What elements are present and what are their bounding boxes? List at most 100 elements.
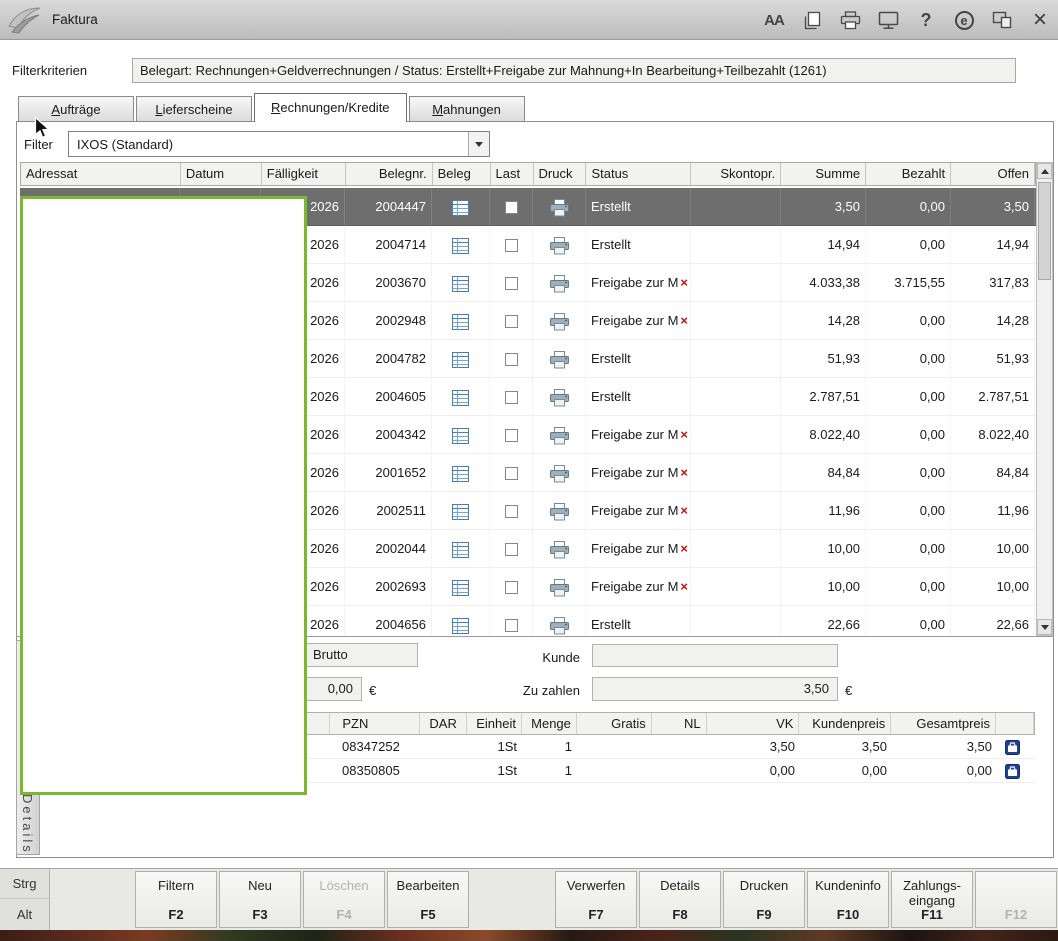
currency-label: € bbox=[845, 683, 852, 698]
print-icon[interactable] bbox=[549, 617, 570, 632]
beleg-document-icon[interactable] bbox=[452, 313, 469, 328]
print-icon[interactable] bbox=[549, 427, 570, 442]
cell-druck bbox=[533, 454, 586, 491]
print-titlebar-icon[interactable] bbox=[838, 7, 862, 33]
print-icon[interactable] bbox=[549, 541, 570, 556]
filtern-button[interactable]: FilternF2 bbox=[135, 871, 217, 928]
column-header-adressat[interactable]: Adressat bbox=[21, 163, 181, 185]
column-header-druck[interactable]: Druck bbox=[534, 163, 587, 185]
neu-button[interactable]: NeuF3 bbox=[219, 871, 301, 928]
column-header-skontopr[interactable]: Skontopr. bbox=[691, 163, 781, 185]
ixos-e-icon[interactable]: e bbox=[952, 7, 976, 33]
scroll-up-button[interactable] bbox=[1037, 163, 1052, 179]
last-checkbox[interactable] bbox=[505, 467, 518, 480]
beleg-document-icon[interactable] bbox=[452, 275, 469, 290]
column-header-falligkeit[interactable]: Fälligkeit bbox=[262, 163, 346, 185]
beleg-document-icon[interactable] bbox=[452, 541, 469, 556]
cell-offen: 10,00 bbox=[951, 568, 1035, 605]
column-header-summe[interactable]: Summe bbox=[781, 163, 866, 185]
item-column-header-gratis[interactable]: Gratis bbox=[577, 713, 652, 734]
column-header-last[interactable]: Last bbox=[491, 163, 534, 185]
beleg-document-icon[interactable] bbox=[452, 617, 469, 632]
scrollbar-thumb[interactable] bbox=[1038, 182, 1051, 280]
help-icon[interactable]: ? bbox=[914, 7, 938, 33]
details-side-tab-label: Details bbox=[20, 794, 35, 855]
vertical-scrollbar[interactable] bbox=[1036, 162, 1053, 636]
last-checkbox[interactable] bbox=[505, 429, 518, 442]
article-package-icon[interactable] bbox=[1005, 763, 1020, 778]
monitor-icon[interactable] bbox=[876, 7, 900, 33]
column-header-offen[interactable]: Offen bbox=[951, 163, 1035, 185]
item-column-header-nl[interactable]: NL bbox=[652, 713, 707, 734]
window-title: Faktura bbox=[52, 0, 98, 40]
zu-zahlen-field[interactable]: 3,50 bbox=[592, 677, 838, 701]
verwerfen-button[interactable]: VerwerfenF7 bbox=[555, 871, 637, 928]
close-icon[interactable]: × bbox=[1028, 7, 1052, 33]
filter-dropdown[interactable]: IXOS (Standard) bbox=[68, 131, 490, 157]
print-icon[interactable] bbox=[549, 237, 570, 252]
item-column-header-gesamtpreis[interactable]: Gesamtpreis bbox=[891, 713, 996, 734]
mahnung-flag-icon: × bbox=[680, 427, 688, 442]
kunde-field[interactable] bbox=[592, 644, 838, 667]
last-checkbox[interactable] bbox=[505, 277, 518, 290]
item-column-header-kundenpreis[interactable]: Kundenpreis bbox=[799, 713, 891, 734]
item-column-header-blank[interactable] bbox=[996, 713, 1034, 734]
item-column-header-pzn[interactable]: PZN bbox=[330, 713, 420, 734]
item-column-header-menge[interactable]: Menge bbox=[522, 713, 577, 734]
filterkriterien-field[interactable]: Belegart: Rechnungen+Geldverrechnungen /… bbox=[132, 58, 1016, 83]
column-header-bezahlt[interactable]: Bezahlt bbox=[866, 163, 951, 185]
print-icon[interactable] bbox=[549, 465, 570, 480]
drucken-button[interactable]: DruckenF9 bbox=[723, 871, 805, 928]
beleg-document-icon[interactable] bbox=[452, 579, 469, 594]
kundeninfo-button[interactable]: KundeninfoF10 bbox=[807, 871, 889, 928]
item-column-header-dar[interactable]: DAR bbox=[420, 713, 467, 734]
column-header-datum[interactable]: Datum bbox=[181, 163, 262, 185]
print-icon[interactable] bbox=[549, 313, 570, 328]
cell-bezahlt: 0,00 bbox=[866, 416, 951, 453]
details-button[interactable]: DetailsF8 bbox=[639, 871, 721, 928]
dropdown-arrow-icon[interactable] bbox=[468, 132, 489, 156]
last-checkbox[interactable] bbox=[505, 353, 518, 366]
tab-label: ieferscheine bbox=[163, 102, 233, 117]
last-checkbox[interactable] bbox=[505, 391, 518, 404]
print-icon[interactable] bbox=[549, 199, 570, 214]
last-checkbox[interactable] bbox=[505, 239, 518, 252]
zahlungs-eingang-button[interactable]: Zahlungs- eingangF11 bbox=[891, 871, 973, 928]
tab-lieferscheine[interactable]: Lieferscheine bbox=[136, 96, 252, 122]
beleg-document-icon[interactable] bbox=[452, 351, 469, 366]
print-icon[interactable] bbox=[549, 503, 570, 518]
tab-mahnungen[interactable]: Mahnungen bbox=[409, 96, 525, 122]
beleg-document-icon[interactable] bbox=[452, 465, 469, 480]
beleg-document-icon[interactable] bbox=[452, 427, 469, 442]
last-checkbox[interactable] bbox=[505, 619, 518, 632]
cell-beleg bbox=[432, 492, 490, 529]
last-checkbox[interactable] bbox=[505, 581, 518, 594]
bearbeiten-button[interactable]: BearbeitenF5 bbox=[387, 871, 469, 928]
column-header-beleg[interactable]: Beleg bbox=[433, 163, 491, 185]
last-checkbox[interactable] bbox=[505, 201, 518, 214]
window-switch-icon[interactable] bbox=[990, 7, 1014, 33]
beleg-document-icon[interactable] bbox=[452, 237, 469, 252]
font-size-icon[interactable]: AA bbox=[762, 7, 786, 33]
item-column-header-vk[interactable]: VK bbox=[707, 713, 800, 734]
last-checkbox[interactable] bbox=[505, 543, 518, 556]
column-header-belegnr[interactable]: Belegnr. bbox=[346, 163, 433, 185]
print-icon[interactable] bbox=[549, 275, 570, 290]
beleg-document-icon[interactable] bbox=[452, 199, 469, 214]
cell-bezahlt: 0,00 bbox=[866, 340, 951, 377]
print-icon[interactable] bbox=[549, 579, 570, 594]
scroll-down-button[interactable] bbox=[1037, 619, 1052, 635]
beleg-document-icon[interactable] bbox=[452, 389, 469, 404]
column-header-status[interactable]: Status bbox=[586, 163, 691, 185]
last-checkbox[interactable] bbox=[505, 315, 518, 328]
beleg-document-icon[interactable] bbox=[452, 503, 469, 518]
article-package-icon[interactable] bbox=[1005, 739, 1020, 754]
print-icon[interactable] bbox=[549, 389, 570, 404]
tab-rechnungen-kredite[interactable]: Rechnungen/Kredite bbox=[254, 93, 407, 122]
cell-beleg bbox=[432, 568, 490, 605]
cell-skontopr bbox=[691, 302, 781, 339]
last-checkbox[interactable] bbox=[505, 505, 518, 518]
item-column-header-einheit[interactable]: Einheit bbox=[467, 713, 522, 734]
print-icon[interactable] bbox=[549, 351, 570, 366]
copy-icon[interactable] bbox=[800, 7, 824, 33]
